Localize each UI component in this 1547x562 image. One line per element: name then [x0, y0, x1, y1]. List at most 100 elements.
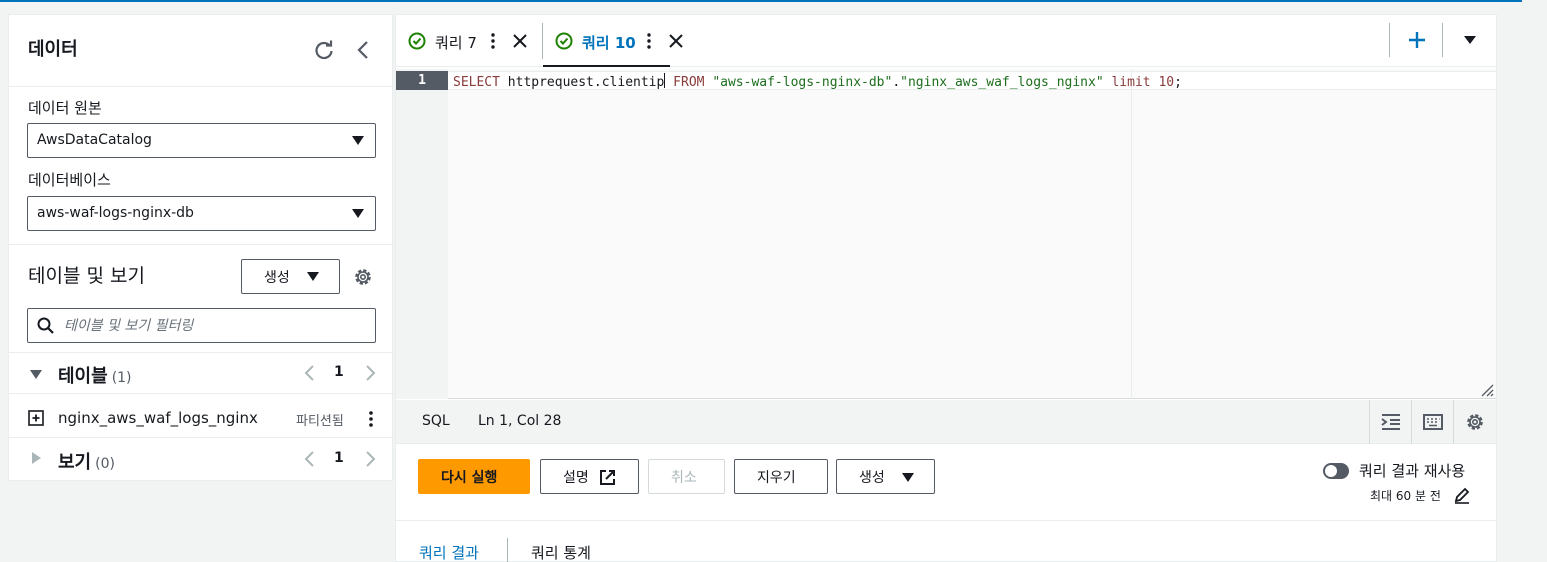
divider	[507, 538, 508, 562]
caret-down-icon	[352, 136, 364, 145]
tab-menu-icon[interactable]	[644, 31, 654, 51]
gear-icon[interactable]	[352, 266, 374, 288]
query-editor-panel: 쿼리 7 쿼리 10 1 SELECT httprequest.clientip…	[395, 14, 1497, 562]
explain-button[interactable]: 설명	[540, 459, 639, 494]
data-panel-title: 데이터	[28, 39, 78, 60]
tables-section-label: 테이블	[58, 366, 108, 387]
data-source-select[interactable]: AwsDataCatalog	[27, 123, 376, 158]
divider	[1389, 23, 1390, 57]
clear-button[interactable]: 지우기	[734, 459, 828, 494]
tables-page-number[interactable]: 1	[334, 364, 344, 380]
caret-down-icon	[352, 209, 364, 218]
tab-query-7[interactable]: 쿼리 7	[396, 15, 542, 67]
caret-down-icon	[307, 272, 319, 281]
top-accent-line	[0, 0, 1522, 2]
tab-label: 쿼리 10	[582, 34, 636, 52]
close-icon[interactable]	[512, 33, 528, 49]
caret-right-icon[interactable]	[32, 452, 41, 464]
toggle-knob	[1325, 465, 1337, 477]
cancel-label: 취소	[671, 470, 697, 486]
tables-filter-input[interactable]	[64, 315, 364, 337]
more-actions-icon[interactable]	[364, 409, 378, 429]
tables-views-title: 테이블 및 보기	[28, 265, 145, 287]
keyboard-icon[interactable]	[1422, 411, 1444, 433]
create-button[interactable]: 생성	[836, 459, 935, 494]
refresh-icon[interactable]	[313, 39, 335, 61]
sql-punct: .	[892, 75, 901, 90]
sql-keyword: limit	[1103, 75, 1159, 90]
partitioned-badge: 파티션됨	[296, 414, 344, 429]
create-label: 생성	[264, 270, 290, 286]
sql-keyword: FROM	[665, 75, 713, 90]
divider	[1442, 23, 1443, 57]
tab-query-results[interactable]: 쿼리 결과	[419, 542, 479, 562]
editor-language: SQL	[422, 413, 450, 429]
run-again-button[interactable]: 다시 실행	[418, 459, 530, 494]
database-value: aws-waf-logs-nginx-db	[37, 205, 194, 221]
result-tabs: 쿼리 결과 쿼리 통계	[396, 522, 1496, 562]
tables-count: (1)	[111, 370, 132, 386]
caret-down-icon[interactable]	[30, 370, 42, 379]
cursor-position: Ln 1, Col 28	[478, 413, 562, 429]
database-select[interactable]: aws-waf-logs-nginx-db	[27, 196, 376, 231]
page-scrollbar[interactable]	[1522, 0, 1547, 562]
edit-pencil-icon[interactable]	[1453, 486, 1471, 504]
chevron-left-icon[interactable]	[353, 39, 375, 61]
reuse-results-label: 쿼리 결과 재사용	[1359, 462, 1466, 480]
editor-gutter: 1	[396, 69, 448, 399]
caret-down-icon	[902, 473, 914, 482]
cancel-button[interactable]: 취소	[648, 459, 725, 494]
sql-number: 10	[1158, 75, 1175, 90]
reuse-results-toggle[interactable]	[1323, 463, 1349, 479]
views-count: (0)	[95, 456, 115, 472]
chevron-left-icon[interactable]	[301, 363, 319, 383]
expand-plus-icon[interactable]	[28, 410, 44, 426]
divider	[9, 244, 394, 245]
tab-label: 쿼리 7	[435, 34, 477, 52]
tab-query-10[interactable]: 쿼리 10	[543, 15, 683, 67]
print-margin	[1131, 69, 1132, 399]
sql-string: "aws-waf-logs-nginx-db"	[712, 75, 893, 90]
chevron-right-icon[interactable]	[361, 363, 379, 383]
create-table-button[interactable]: 생성	[241, 259, 340, 294]
check-circle-icon	[408, 32, 426, 50]
tables-section-title: 테이블 (1)	[58, 362, 132, 388]
format-indent-icon[interactable]	[1380, 411, 1402, 433]
close-icon[interactable]	[668, 33, 684, 49]
sql-code-line[interactable]: SELECT httprequest.clientip FROM "aws-wa…	[453, 73, 1182, 91]
tab-query-stats[interactable]: 쿼리 통계	[531, 542, 591, 562]
views-page-number[interactable]: 1	[334, 450, 344, 466]
tables-section-header[interactable]: 테이블 (1) 1	[9, 353, 394, 393]
data-source-value: AwsDataCatalog	[37, 132, 152, 148]
sql-punct: ;	[1174, 75, 1182, 90]
views-section-label: 보기	[58, 452, 92, 473]
table-row[interactable]: nginx_aws_waf_logs_nginx 파티션됨	[9, 401, 394, 437]
explain-label: 설명	[563, 470, 589, 486]
divider	[1411, 400, 1412, 444]
gear-icon[interactable]	[1464, 411, 1486, 433]
external-link-icon	[600, 470, 615, 485]
tables-filter	[27, 308, 376, 343]
sql-keyword: SELECT	[453, 75, 500, 90]
views-section-header[interactable]: 보기 (0) 1	[9, 439, 394, 479]
data-source-label: 데이터 원본	[28, 99, 102, 117]
divider	[1453, 400, 1454, 444]
add-tab-icon[interactable]	[1407, 30, 1427, 50]
chevron-left-icon[interactable]	[301, 449, 319, 469]
query-actions-bar: 다시 실행 설명 취소 지우기 생성 쿼리 결과 재사용 최대 60 분 전	[396, 445, 1496, 521]
run-again-label: 다시 실행	[441, 470, 498, 486]
tab-menu-icon[interactable]	[488, 31, 498, 51]
chevron-right-icon[interactable]	[361, 449, 379, 469]
clear-label: 지우기	[757, 470, 796, 486]
create-label: 생성	[859, 470, 885, 486]
resize-handle-icon[interactable]	[1480, 383, 1494, 397]
sql-identifier: httprequest.clientip	[499, 75, 665, 90]
sql-editor[interactable]: 1 SELECT httprequest.clientip FROM "aws-…	[396, 69, 1496, 399]
divider	[1369, 400, 1370, 444]
tab-list-caret-icon[interactable]	[1464, 36, 1476, 44]
data-panel-header: 데이터	[9, 15, 394, 87]
database-label: 데이터베이스	[28, 171, 111, 189]
check-circle-icon	[555, 32, 573, 50]
line-number: 1	[396, 71, 448, 90]
sql-string: "nginx_aws_waf_logs_nginx"	[900, 75, 1104, 90]
